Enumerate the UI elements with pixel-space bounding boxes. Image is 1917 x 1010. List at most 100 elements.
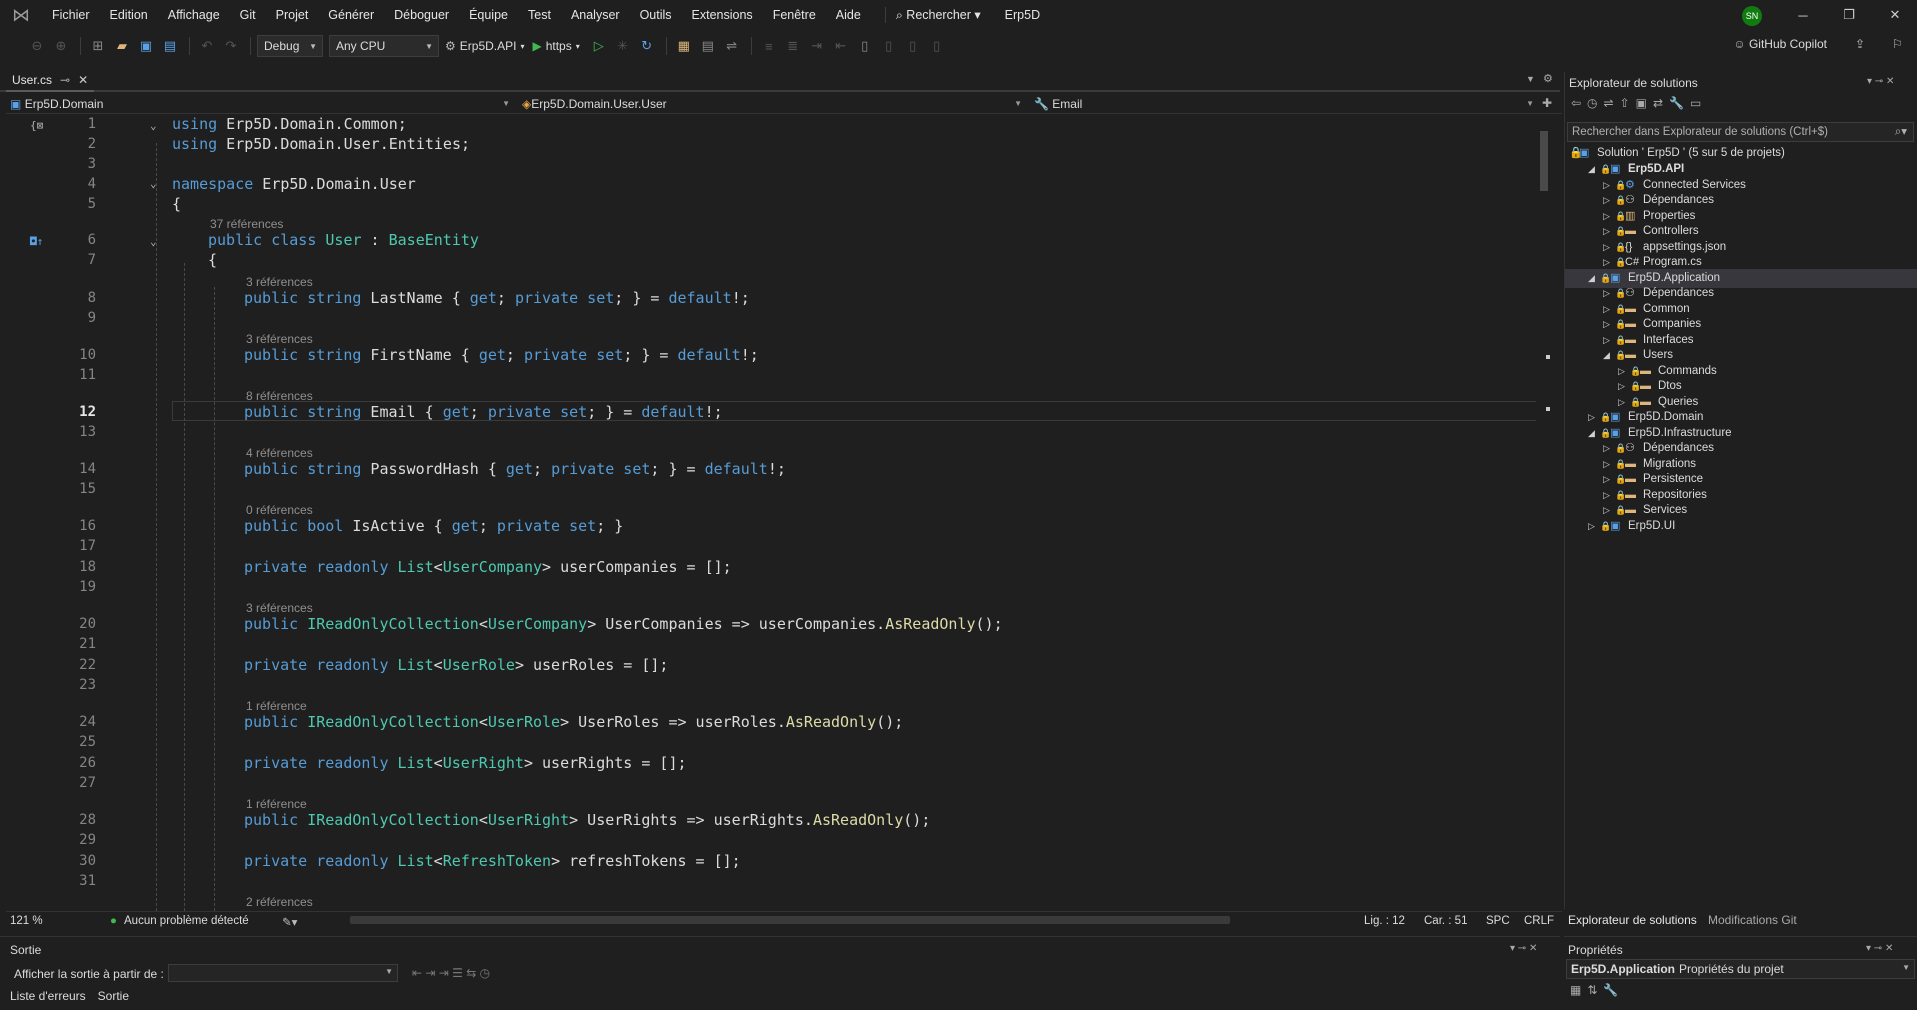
codelens-references[interactable]: 37 références	[210, 217, 283, 231]
column-indicator[interactable]: Car. : 51	[1424, 915, 1467, 927]
menu-item[interactable]: Edition	[100, 0, 158, 30]
line-number: 22	[79, 657, 96, 673]
refresh-icon[interactable]: ↻	[636, 35, 658, 57]
github-copilot-button[interactable]: ☺ GitHub Copilot	[1733, 37, 1827, 51]
type-dropdown[interactable]: ◈Erp5D.Domain.User.User ▼	[518, 94, 1026, 114]
new-item-icon[interactable]: ⊞	[87, 35, 109, 57]
split-editor-icon[interactable]: ✚	[1542, 96, 1552, 110]
config-dropdown[interactable]: Debug ▼	[257, 35, 323, 57]
codelens-references[interactable]: 0 références	[246, 503, 313, 517]
back-icon[interactable]: ⊖	[26, 35, 48, 57]
output-tab[interactable]: Liste d'erreurs	[10, 989, 86, 1003]
clear-bookmarks-icon[interactable]: ▯	[926, 35, 948, 57]
hot-reload-icon[interactable]: ✳	[612, 35, 634, 57]
output-source-dropdown[interactable]: ▼	[168, 964, 398, 982]
layout-icon[interactable]: ▤	[697, 35, 719, 57]
line-number: 7	[87, 252, 96, 268]
settings-icon[interactable]: ⚙	[1543, 72, 1553, 85]
panel-menu-icon[interactable]: ▾ ⊸ ✕	[1866, 943, 1893, 954]
code-editor[interactable]: {⊠ ◘↑ 1 2 3 4 5 6 7 8 9 10 11 12 13 14 15 16 17 18 19 20 21 2…	[6, 115, 1536, 911]
csharp-project-icon: ▣	[10, 97, 22, 111]
run-button[interactable]: ▶ https ▾	[532, 39, 579, 53]
menu-item[interactable]: Équipe	[459, 0, 518, 30]
tab-user-cs[interactable]: User.cs ⊸ ✕	[6, 70, 95, 92]
comment-icon[interactable]: ≡	[758, 35, 780, 57]
menu-item[interactable]: Générer	[318, 0, 384, 30]
line-indicator[interactable]: Lig. : 12	[1364, 915, 1405, 927]
share-icon[interactable]: ⇪	[1855, 37, 1865, 51]
indent-icon[interactable]: ⇥	[806, 35, 828, 57]
nav-project-label: Erp5D.Domain	[24, 97, 104, 111]
save-icon[interactable]: ▣	[135, 35, 157, 57]
menu-item[interactable]: Git	[230, 0, 266, 30]
panel-menu-icon[interactable]: ▾ ⊸ ✕	[1510, 943, 1537, 954]
codelens-references[interactable]: 8 références	[246, 389, 313, 403]
platform-dropdown[interactable]: Any CPU ▼	[329, 35, 439, 57]
codelens-references[interactable]: 3 références	[246, 601, 313, 615]
close-window-icon[interactable]: ✕	[1872, 0, 1917, 30]
horizontal-scrollbar[interactable]	[350, 916, 1230, 924]
solution-tab[interactable]: Explorateur de solutions	[1568, 913, 1697, 927]
account-avatar[interactable]: SN	[1742, 6, 1762, 26]
menu-item[interactable]: Analyser	[561, 0, 630, 30]
start-without-debug-icon[interactable]: ▷	[588, 35, 610, 57]
problems-status[interactable]: Aucun problème détecté	[124, 915, 249, 927]
menu-item[interactable]: Test	[518, 0, 561, 30]
collapsed-arrow-icon[interactable]: ▷	[1588, 517, 1595, 536]
open-folder-icon[interactable]: ▰	[111, 35, 133, 57]
project-dropdown[interactable]: ▣ Erp5D.Domain ▼	[6, 94, 514, 114]
whitespace-indicator[interactable]: SPC	[1486, 915, 1510, 927]
codelens-references[interactable]: 4 références	[246, 446, 313, 460]
zoom-level[interactable]: 121 %	[10, 915, 43, 927]
pin-icon[interactable]: ⊸	[60, 70, 70, 90]
menu-item[interactable]: Fichier	[42, 0, 100, 30]
codelens-references[interactable]: 3 références	[246, 275, 313, 289]
solution-explorer-toolbar[interactable]: ⇦◷⇌⇧▣⇄🔧▭	[1571, 96, 1707, 110]
output-toolbar-icons[interactable]: ⇤ ⇥ ⇥ ☰ ⇆ ◷	[412, 966, 490, 980]
panel-menu-icon[interactable]: ▾ ⊸ ✕	[1867, 76, 1894, 87]
codelens-references[interactable]: 1 référence	[246, 699, 307, 713]
cleanup-icon[interactable]: ✎▾	[282, 915, 297, 929]
menu-item[interactable]: Projet	[266, 0, 319, 30]
solution-search-input[interactable]: Rechercher dans Explorateur de solutions…	[1567, 122, 1914, 142]
startup-project-dropdown[interactable]: ⚙ Erp5D.API ▾	[445, 39, 524, 53]
scrollbar-thumb[interactable]	[1540, 131, 1548, 191]
browse-icon[interactable]: ▦	[673, 35, 695, 57]
search-menu[interactable]: ⌕ Rechercher ▾	[884, 7, 991, 23]
uncomment-icon[interactable]: ≣	[782, 35, 804, 57]
menu-item[interactable]: Outils	[630, 0, 682, 30]
format-icon[interactable]: ⇌	[721, 35, 743, 57]
outdent-icon[interactable]: ⇤	[830, 35, 852, 57]
properties-object-selector[interactable]: Erp5D.Application Propriétés du projet ▼	[1566, 959, 1915, 979]
redo-icon[interactable]: ↷	[220, 35, 242, 57]
codelens-references[interactable]: 2 références	[246, 895, 313, 909]
tree-item[interactable]: ▷ 🔒 ▣ Erp5D.UI	[1565, 517, 1917, 536]
code-line: using Erp5D.Domain.User.Entities;	[172, 135, 471, 153]
menu-item[interactable]: Affichage	[158, 0, 230, 30]
close-icon[interactable]: ✕	[78, 70, 88, 90]
next-bookmark-icon[interactable]: ▯	[902, 35, 924, 57]
minimize-icon[interactable]: ─	[1780, 0, 1826, 30]
forward-icon[interactable]: ⊕	[50, 35, 72, 57]
fold-chevron-icon[interactable]: ⌄	[150, 119, 157, 132]
solution-tab[interactable]: Modifications Git	[1708, 913, 1797, 927]
member-dropdown[interactable]: 🔧 Email ▼	[1030, 94, 1538, 114]
tab-list-dropdown-icon[interactable]: ▼	[1526, 74, 1535, 84]
codelens-references[interactable]: 3 références	[246, 332, 313, 346]
save-all-icon[interactable]: ▤	[159, 35, 181, 57]
codelens-references[interactable]: 1 référence	[246, 797, 307, 811]
restore-icon[interactable]: ❐	[1826, 0, 1872, 30]
menu-item[interactable]: Fenêtre	[763, 0, 826, 30]
code-line: public string LastName { get; private se…	[244, 289, 750, 307]
feedback-icon[interactable]: ⚐	[1892, 37, 1903, 51]
vertical-scrollbar[interactable]	[1536, 115, 1554, 911]
menu-item[interactable]: Extensions	[682, 0, 763, 30]
menu-item[interactable]: Aide	[826, 0, 871, 30]
properties-toolbar[interactable]: ▦⇅🔧	[1570, 983, 1624, 997]
output-tab[interactable]: Sortie	[98, 989, 129, 1003]
prev-bookmark-icon[interactable]: ▯	[878, 35, 900, 57]
line-ending-indicator[interactable]: CRLF	[1524, 915, 1554, 927]
menu-item[interactable]: Déboguer	[384, 0, 459, 30]
undo-icon[interactable]: ↶	[196, 35, 218, 57]
bookmark-icon[interactable]: ▯	[854, 35, 876, 57]
